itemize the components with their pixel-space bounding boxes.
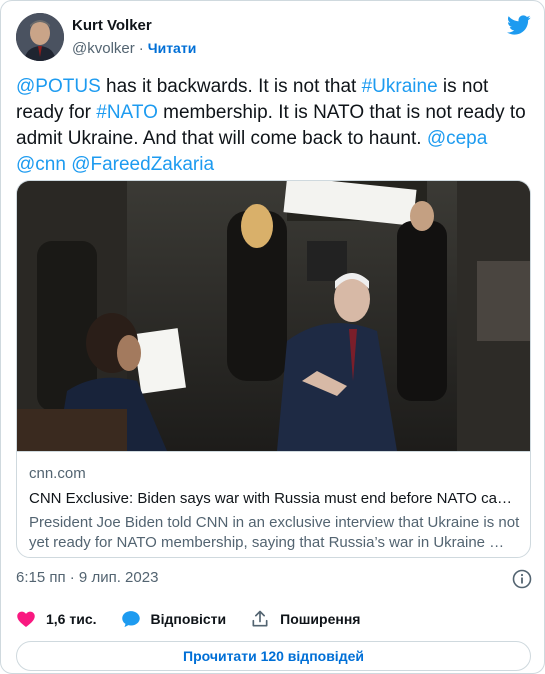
hashtag-link[interactable]: #NATO xyxy=(96,102,158,123)
tweet-card: Kurt Volker @kvolker · Читати @POTUS has i… xyxy=(0,0,545,674)
handle-row: @kvolker · Читати xyxy=(72,38,196,59)
link-meta: cnn.com CNN Exclusive: Biden says war wi… xyxy=(17,451,530,557)
share-icon xyxy=(252,610,268,627)
follow-button[interactable]: Читати xyxy=(148,40,197,56)
user-names: Kurt Volker @kvolker · Читати xyxy=(72,16,196,59)
tweet-text: @POTUS has it backwards. It is not that … xyxy=(16,74,531,178)
like-count: 1,6 тис. xyxy=(46,611,97,627)
article-photo xyxy=(17,181,530,451)
like-button[interactable]: 1,6 тис. xyxy=(16,609,97,629)
tweet-timestamp[interactable]: 6:15 пп · 9 лип. 2023 xyxy=(16,569,158,586)
link-preview-card[interactable]: cnn.com CNN Exclusive: Biden says war wi… xyxy=(16,180,531,558)
read-replies-button[interactable]: Прочитати 120 відповідей xyxy=(16,641,531,671)
share-button[interactable]: Поширення xyxy=(250,609,360,629)
link-title[interactable]: CNN Exclusive: Biden says war with Russi… xyxy=(29,489,520,509)
separator-dot: · xyxy=(138,40,144,57)
info-icon[interactable] xyxy=(512,569,532,589)
user-handle[interactable]: @kvolker xyxy=(72,40,135,57)
display-name[interactable]: Kurt Volker xyxy=(72,16,196,36)
share-label: Поширення xyxy=(280,611,361,627)
mention-link[interactable]: @POTUS xyxy=(16,76,101,97)
reply-button[interactable]: Відповісти xyxy=(121,609,227,629)
tweet-header: Kurt Volker @kvolker · Читати xyxy=(16,13,531,61)
link-domain: cnn.com xyxy=(29,465,86,482)
heart-icon xyxy=(17,611,35,627)
mention-link[interactable]: @cepa xyxy=(427,128,488,149)
tweet-actions: 1,6 тис. Відповісти Поширення xyxy=(16,605,531,633)
reply-label: Відповісти xyxy=(150,611,227,627)
hashtag-link[interactable]: #Ukraine xyxy=(362,76,438,97)
twitter-bird-icon[interactable] xyxy=(507,13,531,37)
mention-link[interactable]: @FareedZakaria xyxy=(71,154,214,175)
link-description: President Joe Biden told CNN in an exclu… xyxy=(29,514,520,551)
tweet-text-segment: has it backwards. It is not that xyxy=(100,76,362,97)
avatar[interactable] xyxy=(16,13,64,61)
mention-link[interactable]: @cnn xyxy=(16,154,66,175)
speech-bubble-icon xyxy=(121,611,140,628)
